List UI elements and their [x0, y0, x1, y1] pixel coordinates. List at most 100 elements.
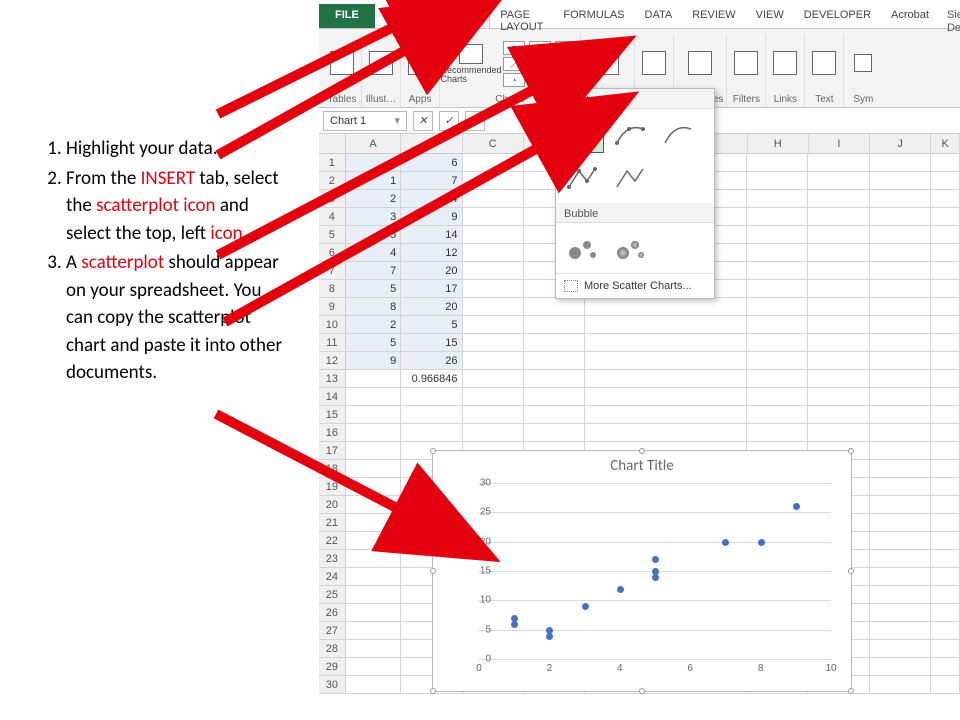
row-header[interactable]: 5	[319, 226, 346, 244]
cell[interactable]	[808, 298, 869, 316]
cell[interactable]	[808, 244, 869, 262]
cell[interactable]	[931, 208, 960, 226]
cell[interactable]	[346, 532, 402, 550]
tab-home[interactable]: HOME	[375, 4, 428, 28]
cell[interactable]: 17	[401, 280, 462, 298]
cell[interactable]	[931, 352, 960, 370]
cell[interactable]: 5	[401, 316, 462, 334]
row-header[interactable]: 30	[319, 676, 346, 694]
cell[interactable]	[870, 352, 931, 370]
row-14[interactable]: 14	[319, 388, 960, 406]
cell[interactable]	[747, 280, 808, 298]
cell[interactable]	[346, 370, 402, 388]
cell[interactable]	[870, 658, 931, 676]
fx-button[interactable]: fx	[465, 111, 485, 131]
cell[interactable]: 9	[401, 208, 462, 226]
chart-bar-button[interactable]: ▮	[503, 41, 525, 55]
chart-scatter-button[interactable]: ∴	[529, 73, 551, 87]
row-10[interactable]: 1025	[319, 316, 960, 334]
cell[interactable]: 6	[401, 154, 462, 172]
cell[interactable]	[808, 352, 869, 370]
cell[interactable]	[401, 406, 462, 424]
row-header[interactable]: 22	[319, 532, 346, 550]
cell[interactable]	[346, 640, 402, 658]
cell[interactable]: 5	[346, 280, 402, 298]
row-header[interactable]: 23	[319, 550, 346, 568]
row-header[interactable]: 28	[319, 640, 346, 658]
chart-surf-button[interactable]: ▦	[555, 73, 577, 87]
data-point[interactable]	[511, 615, 518, 622]
row-header[interactable]: 3	[319, 190, 346, 208]
chart-radar-button[interactable]: ✱	[555, 57, 577, 71]
cell[interactable]: 2	[346, 316, 402, 334]
cell[interactable]: 15	[401, 334, 462, 352]
cell[interactable]	[463, 280, 524, 298]
illustrations-button[interactable]	[365, 44, 397, 84]
cell[interactable]	[747, 154, 808, 172]
cell[interactable]	[747, 262, 808, 280]
cell[interactable]	[870, 568, 931, 586]
chart-combo-button[interactable]: ▥	[555, 41, 577, 55]
tab-data[interactable]: DATA	[635, 4, 683, 28]
cell[interactable]: 26	[401, 352, 462, 370]
cell[interactable]	[463, 244, 524, 262]
cell[interactable]	[870, 478, 931, 496]
enter-formula-button[interactable]: ✓	[439, 111, 459, 131]
col-I[interactable]: I	[809, 134, 870, 153]
cell[interactable]	[346, 676, 402, 694]
cell[interactable]: 1	[346, 172, 402, 190]
cell[interactable]: 3	[346, 208, 402, 226]
row-header[interactable]: 19	[319, 478, 346, 496]
cell[interactable]	[808, 262, 869, 280]
row-header[interactable]: 29	[319, 658, 346, 676]
recommended-charts-button[interactable]: RecommendedCharts	[443, 44, 499, 84]
cell[interactable]	[346, 388, 402, 406]
cell[interactable]	[931, 442, 960, 460]
cell[interactable]	[747, 334, 808, 352]
cell[interactable]	[346, 514, 402, 532]
row-header[interactable]: 21	[319, 514, 346, 532]
cell[interactable]	[870, 334, 931, 352]
tables-button[interactable]	[326, 44, 358, 84]
cell[interactable]: 12	[401, 244, 462, 262]
filters-button[interactable]	[730, 44, 762, 84]
cell[interactable]	[585, 334, 747, 352]
cell[interactable]	[870, 676, 931, 694]
data-point[interactable]	[652, 568, 659, 575]
powerview-button[interactable]	[638, 44, 670, 84]
cell[interactable]	[931, 622, 960, 640]
cell[interactable]	[524, 298, 585, 316]
cell[interactable]	[931, 424, 960, 442]
row-13[interactable]: 130.966846	[319, 370, 960, 388]
data-point[interactable]	[582, 603, 589, 610]
row-header[interactable]: 1	[319, 154, 346, 172]
cell[interactable]	[931, 172, 960, 190]
row-16[interactable]: 16	[319, 424, 960, 442]
tab-page-layout[interactable]: PAGE LAYOUT	[490, 4, 553, 28]
cell[interactable]	[931, 154, 960, 172]
col-J[interactable]: J	[870, 134, 931, 153]
cell[interactable]	[870, 604, 931, 622]
cell[interactable]	[870, 226, 931, 244]
cell[interactable]	[931, 532, 960, 550]
cell[interactable]	[524, 370, 585, 388]
cell[interactable]	[585, 298, 747, 316]
cell[interactable]	[463, 334, 524, 352]
cell[interactable]	[870, 442, 931, 460]
cell[interactable]	[931, 676, 960, 694]
cell[interactable]	[931, 244, 960, 262]
cell[interactable]	[931, 640, 960, 658]
cell[interactable]: 1	[346, 154, 402, 172]
data-point[interactable]	[546, 627, 553, 634]
col-H[interactable]: H	[748, 134, 809, 153]
cell[interactable]	[463, 190, 524, 208]
cell[interactable]	[346, 658, 402, 676]
row-header[interactable]: 7	[319, 262, 346, 280]
cell[interactable]: 7	[346, 262, 402, 280]
cell[interactable]	[585, 388, 747, 406]
cell[interactable]: 7	[401, 172, 462, 190]
cell[interactable]	[931, 190, 960, 208]
cell[interactable]	[870, 244, 931, 262]
cell[interactable]: 2	[346, 190, 402, 208]
cell[interactable]	[808, 424, 869, 442]
